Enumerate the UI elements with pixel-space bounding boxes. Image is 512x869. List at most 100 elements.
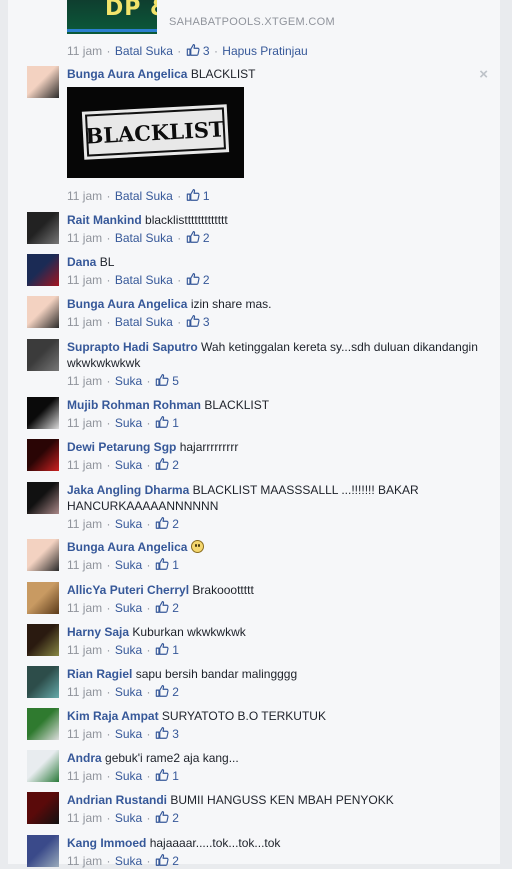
like-link[interactable]: Batal Suka: [115, 189, 173, 203]
like-link[interactable]: Suka: [115, 601, 142, 615]
like-count-link[interactable]: 1: [155, 558, 179, 572]
like-count-link[interactable]: 2: [186, 231, 210, 245]
like-count-link[interactable]: 2: [155, 458, 179, 472]
avatar[interactable]: [27, 666, 59, 698]
avatar[interactable]: [27, 708, 59, 740]
commenter-name[interactable]: Bunga Aura Angelica: [67, 297, 187, 311]
like-count-link[interactable]: 2: [155, 517, 179, 531]
avatar[interactable]: [27, 339, 59, 371]
avatar[interactable]: [27, 582, 59, 614]
meta-separator: ·: [103, 811, 114, 825]
comment-time[interactable]: 11 jam: [67, 685, 102, 699]
like-count-link[interactable]: 1: [186, 189, 210, 203]
like-link[interactable]: Suka: [115, 517, 142, 531]
link-preview[interactable]: DP & SAHABATPOOLS.XTGEM.COM: [67, 0, 367, 36]
meta-separator: ·: [106, 44, 114, 58]
comment-time[interactable]: 11 jam: [67, 231, 102, 245]
like-link[interactable]: Suka: [115, 416, 142, 430]
comment-time[interactable]: 11 jam: [67, 811, 102, 825]
commenter-name[interactable]: AllicYa Puteri Cherryl: [67, 583, 189, 597]
avatar[interactable]: [27, 439, 59, 471]
comment-time[interactable]: 11 jam: [67, 558, 102, 572]
comment-time[interactable]: 11 jam: [67, 601, 102, 615]
commenter-name[interactable]: Mujib Rohman Rohman: [67, 398, 201, 412]
like-count-link[interactable]: 3: [155, 727, 179, 741]
avatar[interactable]: [27, 254, 59, 286]
like-link[interactable]: Suka: [115, 727, 142, 741]
like-link[interactable]: Suka: [115, 643, 142, 657]
like-link[interactable]: Suka: [115, 374, 142, 388]
comment-time[interactable]: 11 jam: [67, 273, 102, 287]
avatar[interactable]: [27, 624, 59, 656]
commenter-name[interactable]: Suprapto Hadi Saputro: [67, 340, 198, 354]
comment-time[interactable]: 11 jam: [67, 854, 102, 868]
like-link[interactable]: Batal Suka: [115, 273, 173, 287]
commenter-name[interactable]: Andra: [67, 751, 102, 765]
remove-preview-link[interactable]: Hapus Pratinjau: [222, 44, 307, 58]
comment-time[interactable]: 11 jam: [67, 643, 102, 657]
avatar[interactable]: [27, 397, 59, 429]
like-link[interactable]: Suka: [115, 558, 142, 572]
comment-body: Bunga Aura Angelica izin share mas.: [67, 296, 497, 312]
like-link[interactable]: Suka: [115, 769, 142, 783]
commenter-name[interactable]: Rian Ragiel: [67, 667, 132, 681]
avatar[interactable]: [27, 482, 59, 514]
blacklist-image[interactable]: BLACKLIST: [67, 87, 244, 178]
comment-time[interactable]: 11 jam: [67, 374, 102, 388]
comment-meta: 11 jam · Batal Suka · 3: [67, 314, 210, 330]
comment-time[interactable]: 11 jam: [67, 315, 102, 329]
like-link[interactable]: Batal Suka: [115, 231, 173, 245]
commenter-name[interactable]: Andrian Rustandi: [67, 793, 167, 807]
comment-time[interactable]: 11 jam: [67, 769, 102, 783]
like-count-link[interactable]: 1: [155, 769, 179, 783]
like-link[interactable]: Suka: [115, 811, 142, 825]
comment-time[interactable]: 11 jam: [67, 416, 102, 430]
meta-separator: ·: [143, 643, 154, 657]
comment-time[interactable]: 11 jam: [67, 517, 102, 531]
avatar[interactable]: [27, 296, 59, 328]
like-count-link[interactable]: 3: [186, 315, 210, 329]
avatar[interactable]: [27, 66, 59, 98]
commenter-name[interactable]: Rait Mankind: [67, 213, 142, 227]
commenter-name[interactable]: Dana: [67, 255, 96, 269]
commenter-name[interactable]: Dewi Petarung Sgp: [67, 440, 176, 454]
thumbs-up-icon: [155, 601, 169, 613]
thumbs-up-icon: [155, 854, 169, 866]
like-link[interactable]: Suka: [115, 854, 142, 868]
like-count-link[interactable]: 5: [155, 374, 179, 388]
like-count-link[interactable]: 3: [186, 44, 210, 58]
commenter-name[interactable]: Bunga Aura Angelica: [67, 540, 187, 554]
meta-separator: ·: [143, 374, 154, 388]
like-link[interactable]: Suka: [115, 685, 142, 699]
unlike-link[interactable]: Batal Suka: [115, 44, 173, 58]
meta-separator: ·: [103, 727, 114, 741]
like-count-link[interactable]: 2: [155, 811, 179, 825]
like-count-link[interactable]: 2: [155, 685, 179, 699]
avatar[interactable]: [27, 792, 59, 824]
comment-text: hajarrrrrrrrr: [179, 440, 239, 454]
commenter-name[interactable]: Bunga Aura Angelica: [67, 67, 187, 81]
comment-time[interactable]: 11 jam: [67, 727, 102, 741]
commenter-name[interactable]: Kim Raja Ampat: [67, 709, 159, 723]
comment-body: Harny Saja Kuburkan wkwkwkwk: [67, 624, 497, 640]
like-link[interactable]: Suka: [115, 458, 142, 472]
avatar[interactable]: [27, 835, 59, 867]
link-preview-thumbnail[interactable]: DP &: [67, 0, 157, 34]
meta-separator: ·: [213, 44, 222, 58]
avatar[interactable]: [27, 539, 59, 571]
commenter-name[interactable]: Jaka Angling Dharma: [67, 483, 189, 497]
like-count-link[interactable]: 2: [186, 273, 210, 287]
like-link[interactable]: Batal Suka: [115, 315, 173, 329]
commenter-name[interactable]: Harny Saja: [67, 625, 129, 639]
commenter-name[interactable]: Kang Immoed: [67, 836, 146, 850]
comment-time[interactable]: 11 jam: [67, 189, 102, 203]
comment-time[interactable]: 11 jam: [67, 44, 102, 58]
like-count-link[interactable]: 2: [155, 854, 179, 868]
avatar[interactable]: [27, 212, 59, 244]
like-count-link[interactable]: 2: [155, 601, 179, 615]
comment-time[interactable]: 11 jam: [67, 458, 102, 472]
like-count-link[interactable]: 1: [155, 416, 179, 430]
avatar[interactable]: [27, 750, 59, 782]
comment-meta: 11 jam · Suka · 1: [67, 415, 179, 431]
like-count-link[interactable]: 1: [155, 643, 179, 657]
